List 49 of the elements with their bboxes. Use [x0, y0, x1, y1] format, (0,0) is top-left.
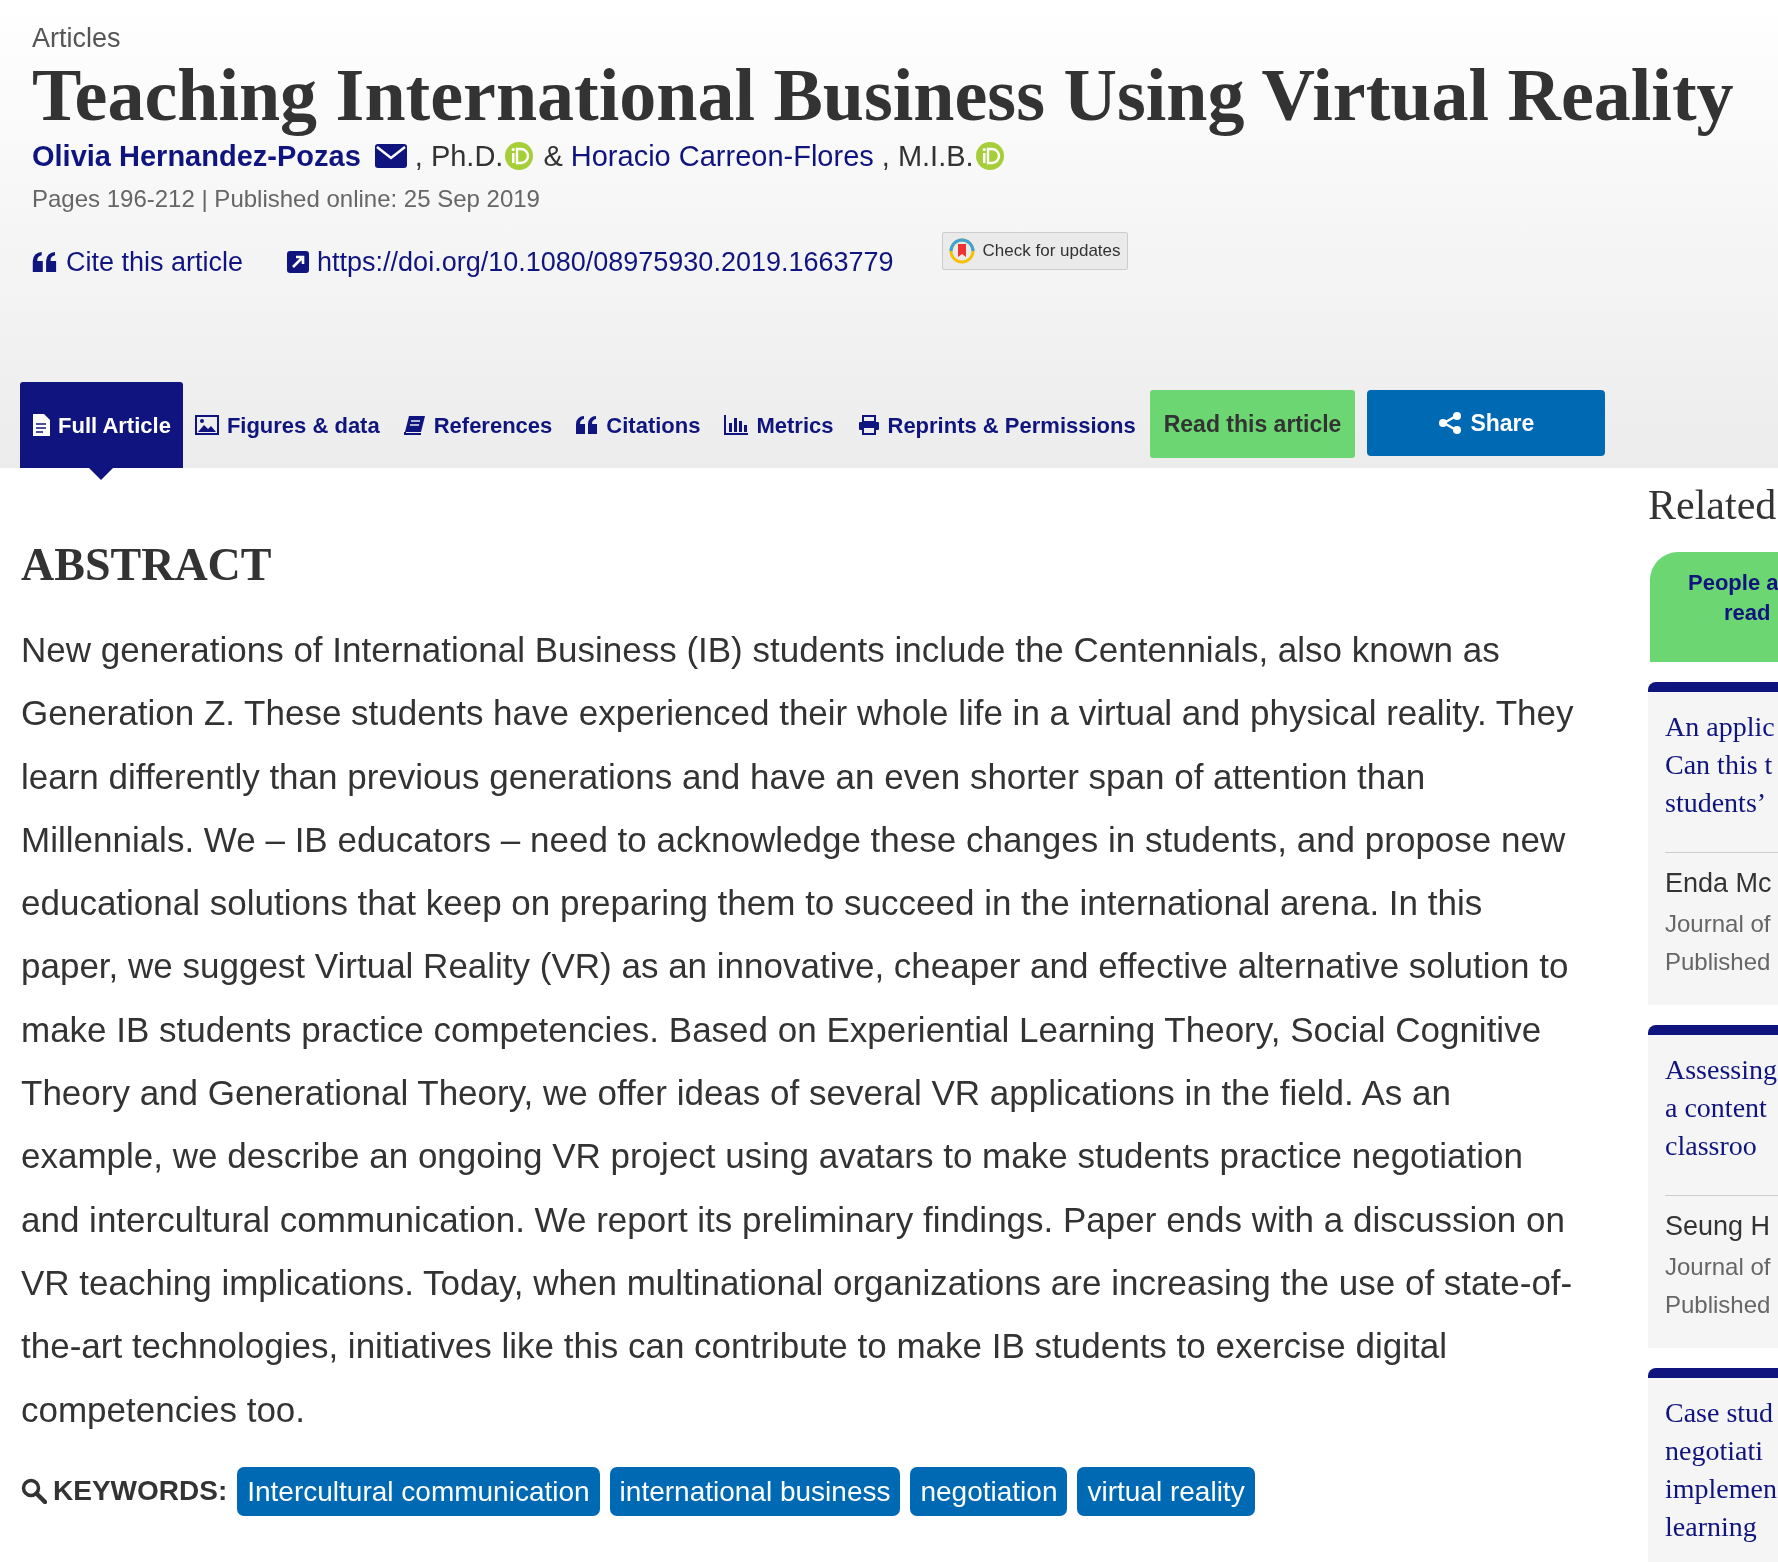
- keyword-tag[interactable]: virtual reality: [1077, 1466, 1255, 1516]
- bookmark-icon: [948, 238, 975, 264]
- author-link[interactable]: Horacio Carreon-Flores: [570, 136, 874, 176]
- check-updates-button[interactable]: Check for updates: [941, 232, 1128, 270]
- author-degree: , Ph.D.: [414, 139, 504, 174]
- related-tab[interactable]: People a read: [1650, 552, 1778, 662]
- sidebar-heading: Related: [1648, 481, 1778, 530]
- author-degree: , M.I.B.: [881, 139, 974, 174]
- tab[interactable]: References: [391, 382, 565, 468]
- search-icon: [21, 1478, 47, 1505]
- tab[interactable]: Metrics: [712, 382, 846, 468]
- tab[interactable]: Citations: [564, 382, 713, 468]
- external-link-icon: [287, 251, 310, 273]
- author-separator: &: [543, 139, 563, 174]
- related-article-link[interactable]: Assessing a content classroo: [1665, 1051, 1778, 1165]
- author-link[interactable]: Olivia Hernandez-Pozas: [32, 136, 361, 176]
- tab[interactable]: Figures & data: [182, 382, 392, 468]
- quote-icon: [576, 416, 599, 434]
- image-icon: [194, 415, 219, 435]
- cite-link[interactable]: Cite this article: [32, 242, 244, 282]
- printer-icon: [857, 415, 880, 435]
- article-title: Teaching International Business Using Virtual Reality: [32, 56, 1734, 134]
- related-journal: Journal of: [1665, 909, 1772, 939]
- bar-chart-icon: [724, 415, 749, 435]
- abstract-heading: ABSTRACT: [21, 538, 273, 592]
- related-date: Published: [1665, 1290, 1772, 1320]
- related-author: Enda Mc: [1665, 852, 1778, 901]
- keywords-label: KEYWORDS:: [21, 1470, 228, 1513]
- publication-meta: Pages 196-212 | Published online: 25 Sep 2019: [32, 184, 540, 214]
- keyword-tag[interactable]: international business: [609, 1466, 901, 1516]
- quote-icon: [32, 252, 58, 272]
- selected-tab-pointer: [89, 468, 114, 480]
- doi-link[interactable]: https://doi.org/10.1080/08975930.2019.1663779: [287, 242, 894, 282]
- tab[interactable]: Reprints & Permissions: [845, 382, 1148, 468]
- breadcrumb[interactable]: Articles: [32, 20, 121, 56]
- read-article-button[interactable]: Read this article: [1149, 390, 1356, 458]
- related-article-link[interactable]: An applic Can this t students’: [1665, 708, 1778, 822]
- tab[interactable]: Full Article: [20, 382, 183, 468]
- keyword-tag[interactable]: Intercultural communication: [237, 1466, 600, 1516]
- share-icon: [1438, 411, 1463, 435]
- book-icon: [403, 415, 426, 435]
- document-icon: [32, 414, 50, 436]
- related-date: Published: [1665, 947, 1772, 977]
- abstract-text: New generations of International Business (IB) students include the Centennials, also known as Generation Z. These students have experienced their whole life in a virtual and physical reality. They learn differently than previous generations and have an even shorter span of attention than Millennials. We – IB educators – need to acknowledge these changes in students, and propose new educational solutions that keep on preparing them to succeed in the international arena. In this paper, we suggest Virtual Reality (VR) as an innovative, cheaper and effective alternative solution to make IB students practice competencies. Based on Experiential Learning Theory, Social Cognitive Theory and Generational Theory, we offer ideas of several VR applications in the field. As an example, we describe an ongoing VR project using avatars to make students practice negotiation and intercultural communication. We report its preliminary findings. Paper ends with a discussion on VR teaching implications. Today, when multinational organizations are increasing the use of state-of-the-art technologies, initiatives like this can contribute to make IB students to exercise digital competencies too.: [21, 629, 1575, 1431]
- related-article-link[interactable]: Case stud negotiati implemen learning: [1665, 1394, 1778, 1546]
- related-author: Seung H: [1665, 1195, 1778, 1244]
- related-journal: Journal of: [1665, 1252, 1772, 1282]
- keyword-tag[interactable]: negotiation: [910, 1466, 1068, 1516]
- share-button[interactable]: Share: [1367, 390, 1606, 456]
